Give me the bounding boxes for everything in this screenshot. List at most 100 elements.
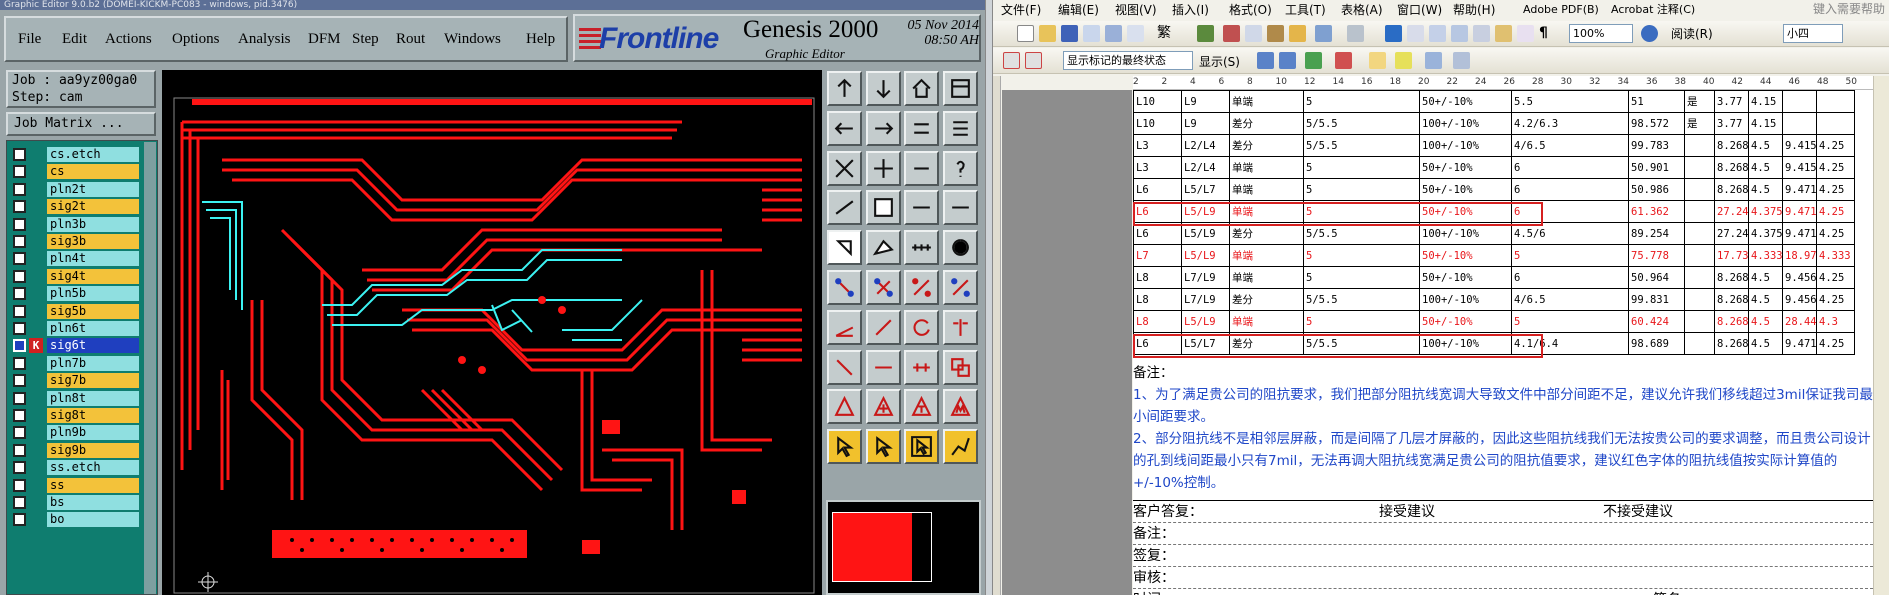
table-cell[interactable]: 单端 xyxy=(1229,178,1304,201)
table-cell[interactable]: 4.5 xyxy=(1748,332,1783,355)
layer-checkbox[interactable] xyxy=(13,426,26,440)
menu-table-cn[interactable]: 表格(A) xyxy=(1341,1,1383,19)
table-cell[interactable]: 4.5 xyxy=(1748,156,1783,179)
tool-button[interactable] xyxy=(865,190,901,226)
table-cell[interactable]: 差分 xyxy=(1229,112,1304,135)
table-cell[interactable]: 差分 xyxy=(1229,134,1304,157)
table-cell[interactable]: 4.3 xyxy=(1816,310,1855,333)
table-cell[interactable]: 5 xyxy=(1303,266,1420,289)
menu-format-cn[interactable]: 格式(O) xyxy=(1229,1,1272,19)
menu-edit-cn[interactable]: 编辑(E) xyxy=(1058,1,1099,19)
tool-button[interactable] xyxy=(865,230,901,266)
menu-step[interactable]: Step xyxy=(352,31,379,48)
pdf-convert-icon[interactable] xyxy=(1003,52,1020,69)
job-matrix-button[interactable]: Job Matrix ... xyxy=(6,112,156,136)
accept-change-icon[interactable] xyxy=(1305,52,1322,69)
tool-button[interactable] xyxy=(942,71,978,106)
table-cell[interactable]: 50+/-10% xyxy=(1419,244,1512,267)
layer-checkbox[interactable] xyxy=(13,322,26,335)
menu-windows[interactable]: Windows xyxy=(444,31,501,48)
table-cell[interactable] xyxy=(1684,310,1715,333)
table-cell[interactable]: 4.25 xyxy=(1816,288,1855,311)
table-cell[interactable]: 5.5 xyxy=(1511,90,1629,113)
layer-checkbox[interactable] xyxy=(13,252,26,266)
table-cell[interactable]: 是 xyxy=(1684,90,1715,113)
layer-row[interactable]: pln4t xyxy=(11,249,139,267)
table-cell[interactable]: 4.333 xyxy=(1748,244,1783,267)
tool-button[interactable] xyxy=(904,150,939,186)
layer-row[interactable]: pln9b xyxy=(11,423,139,441)
table-cell[interactable]: 5/5.5 xyxy=(1303,288,1420,311)
track-changes-icon[interactable] xyxy=(1425,52,1442,69)
tool-button[interactable] xyxy=(942,190,978,226)
table-cell[interactable]: 100+/-10% xyxy=(1419,134,1512,157)
table-cell[interactable]: 17.739 xyxy=(1714,244,1749,267)
table-cell[interactable]: L3 xyxy=(1133,156,1182,179)
layer-checkbox[interactable] xyxy=(13,391,26,405)
tool-button[interactable] xyxy=(827,190,862,226)
table-cell[interactable]: 99.783 xyxy=(1628,134,1685,157)
table-cell[interactable]: 4.5 xyxy=(1748,178,1783,201)
table-cell[interactable]: L5/L9 xyxy=(1181,310,1230,333)
layer-row[interactable]: pln6t xyxy=(11,319,139,337)
table-cell[interactable]: L5/L7 xyxy=(1181,178,1230,201)
excel-icon[interactable] xyxy=(1451,25,1468,42)
tables-borders-icon[interactable] xyxy=(1407,25,1424,42)
table-cell[interactable]: L10 xyxy=(1133,112,1182,135)
tool-button[interactable] xyxy=(942,150,978,186)
table-cell[interactable]: 4.375 xyxy=(1748,222,1783,245)
tool-button[interactable] xyxy=(827,270,862,305)
table-cell[interactable]: 5 xyxy=(1303,178,1420,201)
accept-option[interactable]: 接受建议 xyxy=(1379,501,1435,523)
layer-checkbox[interactable] xyxy=(13,443,26,457)
layer-row[interactable]: cs.etch xyxy=(11,145,139,163)
table-cell[interactable]: 6 xyxy=(1511,156,1629,179)
tool-button[interactable] xyxy=(942,429,978,465)
tool-button[interactable] xyxy=(827,389,862,425)
menu-window-cn[interactable]: 窗口(W) xyxy=(1397,1,1442,19)
menu-view-cn[interactable]: 视图(V) xyxy=(1115,1,1157,19)
tool-button[interactable] xyxy=(904,110,939,146)
layer-checkbox[interactable] xyxy=(13,513,26,527)
table-cell[interactable]: 75.778 xyxy=(1628,244,1685,267)
tool-button[interactable] xyxy=(827,429,862,465)
menu-acrobat-comment[interactable]: Acrobat 注释(C) xyxy=(1611,1,1695,19)
table-cell[interactable]: 3.77 xyxy=(1714,112,1749,135)
table-cell[interactable]: L2/L4 xyxy=(1181,156,1230,179)
menu-insert-cn[interactable]: 插入(I) xyxy=(1172,1,1209,19)
table-cell[interactable]: 28.445 xyxy=(1782,310,1817,333)
table-cell[interactable]: 单端 xyxy=(1229,90,1304,113)
table-cell[interactable]: 27.241 xyxy=(1714,200,1749,223)
vertical-scrollbar[interactable] xyxy=(1873,76,1889,595)
layer-checkbox[interactable] xyxy=(13,235,26,248)
tool-button[interactable] xyxy=(827,349,862,385)
help-search-box[interactable]: 键入需要帮助 xyxy=(1813,0,1885,18)
table-cell[interactable]: 4/6.5 xyxy=(1511,134,1629,157)
table-cell[interactable]: 5 xyxy=(1511,244,1629,267)
layer-list-scrollbar[interactable] xyxy=(144,142,156,594)
tool-button[interactable] xyxy=(904,429,939,465)
table-cell[interactable]: 4/6.5 xyxy=(1511,288,1629,311)
layer-row[interactable]: pln5b xyxy=(11,284,139,302)
table-cell[interactable] xyxy=(1816,112,1855,135)
reject-option[interactable]: 不接受建议 xyxy=(1603,501,1673,523)
layer-checkbox[interactable] xyxy=(13,409,26,422)
board-preview[interactable] xyxy=(826,500,981,595)
tool-button[interactable] xyxy=(827,230,862,266)
tool-button[interactable] xyxy=(904,349,939,385)
layer-row[interactable]: sig5b xyxy=(11,302,139,320)
format-painter-icon[interactable] xyxy=(1289,25,1306,42)
table-cell[interactable]: 8.268 xyxy=(1714,288,1749,311)
table-cell[interactable]: 3.77 xyxy=(1714,90,1749,113)
table-cell[interactable]: 单端 xyxy=(1229,244,1304,267)
document-map-icon[interactable] xyxy=(1517,25,1534,42)
table-cell[interactable]: 9.471 xyxy=(1782,178,1817,201)
new-icon[interactable] xyxy=(1017,25,1034,42)
table-cell[interactable]: 4.25 xyxy=(1816,266,1855,289)
table-cell[interactable]: 100+/-10% xyxy=(1419,288,1512,311)
traditional-chinese-icon[interactable]: 繁 xyxy=(1157,25,1174,42)
paste-icon[interactable] xyxy=(1267,25,1284,42)
table-cell[interactable]: 单端 xyxy=(1229,156,1304,179)
table-cell[interactable] xyxy=(1684,200,1715,223)
table-cell[interactable] xyxy=(1684,178,1715,201)
